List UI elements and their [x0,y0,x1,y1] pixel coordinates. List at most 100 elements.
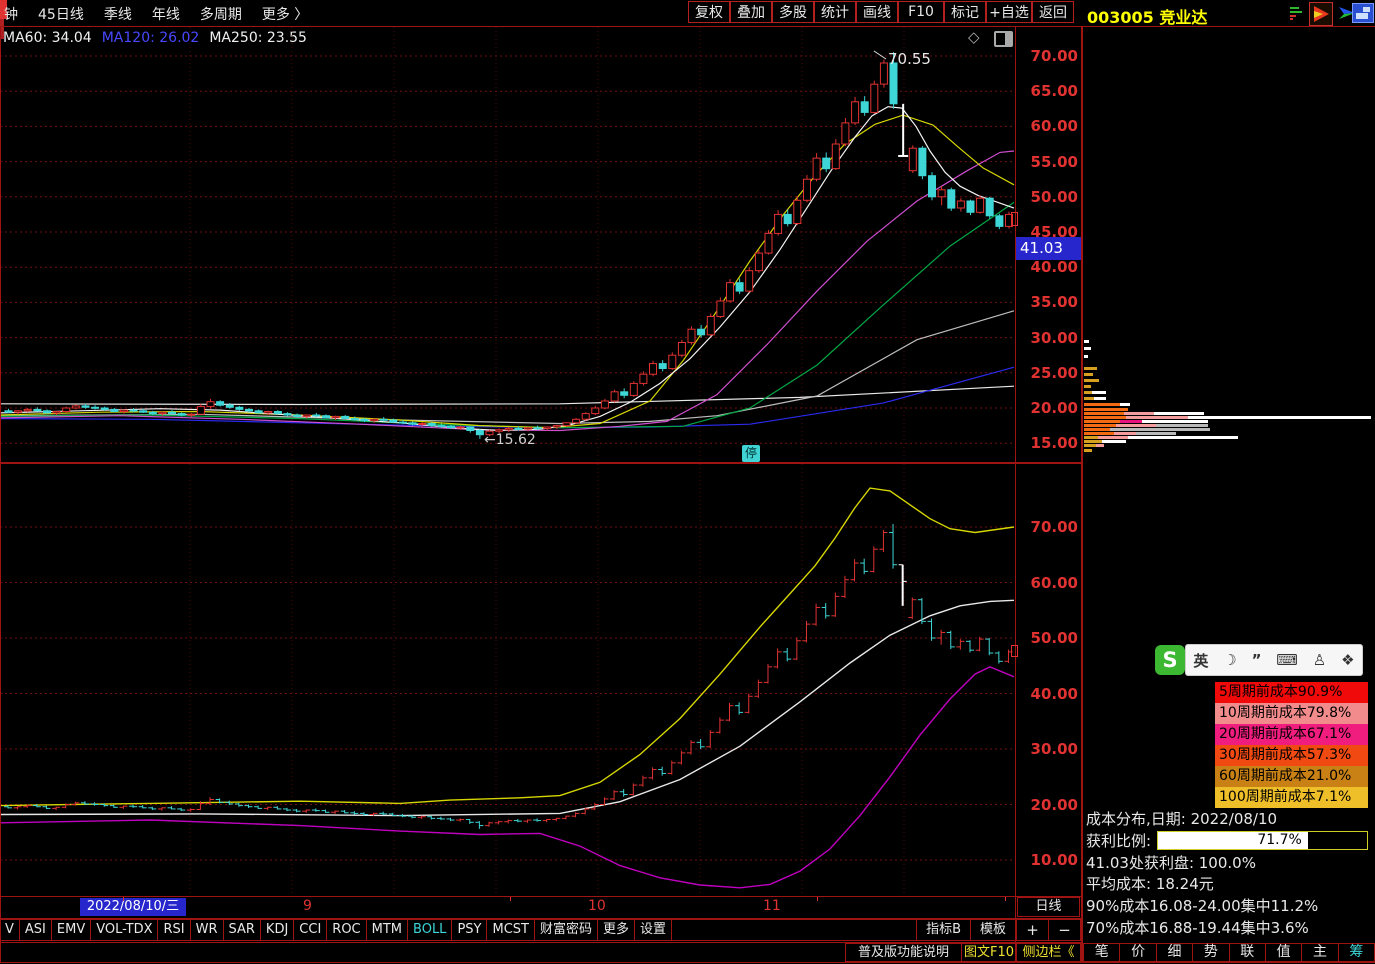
ime-logo[interactable]: S [1155,645,1185,675]
axis-right-border [1081,27,1083,962]
apps-icon[interactable]: ❖ [1341,651,1354,669]
toolbar-button-6[interactable]: 标记 [944,1,986,23]
cost-date-line: 成本分布,日期: 2022/08/10 [1086,808,1277,829]
tab-WR[interactable]: WR [190,919,224,941]
menu-item-4[interactable]: 多周期 [200,4,242,24]
help-button[interactable]: 普及版功能说明 [845,943,962,962]
profit-ratio-fill: 71.7% [1158,832,1308,849]
tab-V[interactable]: V [0,919,20,941]
period-box[interactable]: 日线 [1017,897,1080,917]
tab-SAR[interactable]: SAR [223,919,261,941]
legend-row-4: 60周期前成本21.0% [1215,766,1368,787]
sidebar-button[interactable]: 侧边栏《 [1016,943,1081,962]
toolbar-button-8[interactable]: 返回 [1032,1,1074,23]
axis-label-20: 20.00 [1022,399,1078,417]
f10-button[interactable]: 图文F10 [961,943,1017,962]
plus-button[interactable]: + [1016,919,1049,941]
tdx-logo-icon[interactable] [1309,2,1333,26]
date-cursor-box[interactable]: 2022/08/10/三 [80,898,186,916]
tab-MCST[interactable]: MCST [486,919,535,941]
main-candlestick-chart[interactable]: 70.55←15.62 [0,27,1016,462]
tab-CCI[interactable]: CCI [293,919,327,941]
ime-items: 英 ☽ ” ⌨ ♙ ❖ [1185,644,1363,676]
boll-indicator-chart[interactable] [0,464,1016,896]
price-tag: 41.03 [1016,237,1081,260]
axis-label-30: 30.00 [1022,329,1078,347]
legend-row-2: 20周期前成本67.1% [1215,724,1368,745]
axis-label-10: 10.00 [1022,851,1078,869]
legend-row-0: 5周期前成本90.9% [1215,682,1368,703]
legend-row-5: 100周期前成本7.1% [1215,787,1368,808]
axis-label-40: 40.00 [1022,685,1078,703]
tab-KDJ[interactable]: KDJ [260,919,294,941]
tab-PSY[interactable]: PSY [451,919,487,941]
side-button-筹[interactable]: 筹 [1338,943,1375,962]
axis-left-border [1015,27,1016,962]
axis-label-70: 70.00 [1022,518,1078,536]
side-button-联[interactable]: 联 [1229,943,1266,962]
side-button-值[interactable]: 值 [1265,943,1302,962]
menu-item-5[interactable]: 更多 〉 [262,4,308,24]
tab-更多[interactable]: 更多 [597,919,635,941]
mini-bars-icon[interactable] [1289,5,1305,25]
toolbar-button-4[interactable]: 画线 [856,1,898,23]
toolbar-button-0[interactable]: 复权 [688,1,730,23]
side-button-bar: 笔价细势联值主筹 [1084,943,1375,962]
tab-财富密码[interactable]: 财富密码 [534,919,598,941]
lower-chart-bottom [0,896,1083,897]
minus-button[interactable]: − [1048,919,1081,941]
side-button-价[interactable]: 价 [1119,943,1156,962]
keyboard-icon[interactable]: ⌨ [1276,651,1298,669]
halt-badge: 停 [742,445,760,462]
tab-RSI[interactable]: RSI [157,919,190,941]
tab-BOLL[interactable]: BOLL [407,919,452,941]
axis-label-40: 40.00 [1022,258,1078,276]
month-label-10: 10 [588,898,606,914]
ime-toolbar[interactable]: S 英 ☽ ” ⌨ ♙ ❖ [1155,644,1363,676]
tab-ASI[interactable]: ASI [19,919,52,941]
tab-ROC[interactable]: ROC [326,919,366,941]
profit-ratio-bar: 71.7% [1157,831,1368,850]
top-menu-bar: 钟 45日线季线年线多周期更多 〉 复权叠加多股统计画线F10标记+自选返回 00… [0,0,1375,26]
axis-label-55: 55.00 [1022,153,1078,171]
profit-ratio-label: 获利比例: [1086,830,1151,851]
tab-EMV[interactable]: EMV [51,919,91,941]
toolbar-button-7[interactable]: +自选 [986,1,1032,23]
tab-MTM[interactable]: MTM [366,919,408,941]
moon-icon[interactable]: ☽ [1223,651,1236,669]
tab-VOL-TDX[interactable]: VOL-TDX [90,919,158,941]
toolbar-button-2[interactable]: 多股 [772,1,814,23]
menu-item-1[interactable]: 45日线 [38,4,84,24]
punctuation-icon[interactable]: ” [1252,651,1262,669]
indicator-tab-bar: VASIEMVVOL-TDXRSIWRSARKDJCCIROCMTMBOLLPS… [0,919,1016,941]
lang-en[interactable]: 英 [1193,650,1208,671]
cost-info-line-3: 70%成本16.88-19.44集中3.6% [1086,917,1309,938]
tab-设置[interactable]: 设置 [634,919,672,941]
legend-row-1: 10周期前成本79.8% [1215,703,1368,724]
window-panel-icon[interactable] [1352,3,1374,23]
tab-指标B[interactable]: 指标B [916,919,971,941]
chart-divider [0,462,1083,464]
user-icon[interactable]: ♙ [1313,651,1326,669]
side-button-主[interactable]: 主 [1301,943,1338,962]
side-button-笔[interactable]: 笔 [1083,943,1120,962]
stock-title: 003005 竞业达 [1087,4,1207,28]
menu-item-0[interactable]: 钟 [4,4,18,24]
toolbar-button-3[interactable]: 统计 [814,1,856,23]
toolbar-button-5[interactable]: F10 [898,1,944,23]
tab-bar-filler [671,919,917,941]
axis-label-20: 20.00 [1022,796,1078,814]
tab-模板[interactable]: 模板 [970,919,1016,941]
menu-item-3[interactable]: 年线 [152,4,180,24]
chart-left-border [0,27,1,962]
menu-item-2[interactable]: 季线 [104,4,132,24]
axis-label-30: 30.00 [1022,740,1078,758]
toolbar-buttons: 复权叠加多股统计画线F10标记+自选返回 [688,1,1074,23]
axis-label-60: 60.00 [1022,574,1078,592]
screen-bottom-border [0,962,1375,963]
main-price-marker [1011,212,1018,226]
toolbar-button-1[interactable]: 叠加 [730,1,772,23]
cost-info-line-2: 90%成本16.08-24.00集中11.2% [1086,895,1318,916]
side-button-势[interactable]: 势 [1192,943,1229,962]
side-button-细[interactable]: 细 [1156,943,1193,962]
